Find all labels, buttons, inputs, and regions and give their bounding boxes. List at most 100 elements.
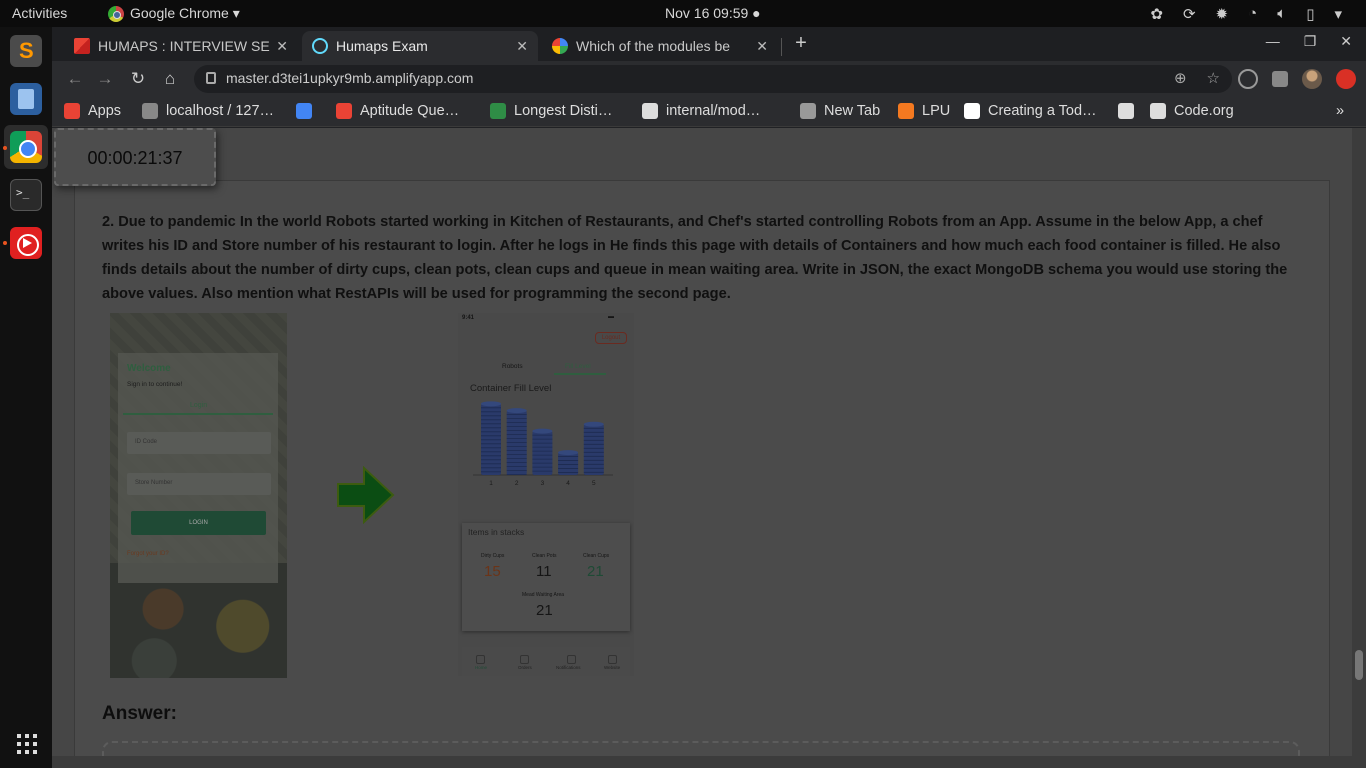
forward-arrow-icon[interactable]: →	[94, 68, 116, 90]
sync-icon: ⟳	[1182, 6, 1196, 23]
page-viewport: 2. Due to pandemic In the world Robots s…	[52, 128, 1366, 768]
minimize-icon[interactable]: —	[1266, 33, 1280, 50]
system-top-bar: Activities Google Chrome ▾ Nov 16 09:59 …	[0, 0, 1366, 27]
bookmark-icon	[64, 103, 80, 119]
bookmark-icon	[490, 103, 506, 119]
nav-orders: Orders	[518, 665, 532, 670]
bookmark-icon	[642, 103, 658, 119]
gmail-icon	[74, 38, 90, 54]
more-bookmarks-icon[interactable]: »	[1336, 103, 1344, 119]
browser-window: HUMAPS : INTERVIEW SE ✕ Humaps Exam ✕ Wh…	[52, 27, 1366, 768]
reload-icon[interactable]: ↻	[127, 68, 149, 90]
extension-icon[interactable]	[1238, 69, 1258, 89]
bookmark-item[interactable]: Aptitude Que…	[336, 103, 459, 119]
x-tick-label: 4	[566, 480, 570, 487]
logout-button: Logout	[595, 332, 627, 344]
settings-icon: ✹	[1215, 6, 1229, 23]
running-indicator	[3, 241, 7, 245]
activities-button[interactable]: Activities	[12, 5, 67, 21]
address-bar[interactable]: master.d3tei1upkyr9mb.amplifyapp.com ⊕ ☆	[194, 65, 1232, 93]
avatar[interactable]	[1302, 69, 1322, 89]
bookmark-icon	[1118, 103, 1134, 119]
bookmark-item[interactable]: New Tab	[800, 103, 880, 119]
nav-home: Home	[475, 665, 488, 670]
maximize-icon[interactable]: ❐	[1304, 33, 1317, 50]
stat-label-dirty-cups: Dirty Cups	[481, 553, 505, 559]
update-icon[interactable]	[1336, 69, 1356, 89]
right-arrow-icon	[337, 466, 395, 525]
browser-toolbar: ← → ↻ ⌂ master.d3tei1upkyr9mb.amplifyapp…	[52, 61, 1366, 97]
app-menu-label: Google Chrome ▾	[130, 5, 240, 21]
close-icon[interactable]: ✕	[276, 38, 288, 55]
tab-robots: Robots	[502, 363, 523, 370]
x-tick-label: 5	[592, 480, 596, 487]
text-editor-icon[interactable]	[10, 83, 42, 115]
store-number-placeholder: Store Number	[135, 480, 173, 486]
bookmark-label: LPU	[922, 103, 951, 119]
new-tab-button[interactable]: +	[790, 33, 812, 55]
login-button: LOGIN	[131, 511, 266, 535]
bookmark-star-icon[interactable]: ☆	[1207, 69, 1220, 87]
dashboard-screen-image: 9:41 ▬ Logout Robots Fill Level Containe…	[458, 313, 634, 676]
tab-strip: HUMAPS : INTERVIEW SE ✕ Humaps Exam ✕ Wh…	[52, 27, 1366, 61]
tab-underline	[554, 373, 606, 375]
terminal-icon[interactable]	[10, 179, 42, 211]
youtube-music-icon[interactable]	[10, 227, 42, 259]
dock	[0, 27, 52, 768]
bookmark-item[interactable]: Longest Disti…	[490, 103, 612, 119]
bookmark-item[interactable]: internal/mod…	[642, 103, 760, 119]
wifi-icon: ◔	[1248, 5, 1258, 22]
bookmark-item[interactable]: localhost / 127…	[142, 103, 274, 119]
status-menu[interactable]: ✿ ⟳ ✹ ◔ 🔈︎ ▯ ▾	[1150, 5, 1342, 23]
orders-icon	[520, 655, 529, 664]
notification-icon: ✿	[1150, 6, 1163, 23]
bookmark-item[interactable]: Creating a Tod…	[964, 103, 1097, 119]
app-menu[interactable]: Google Chrome ▾	[108, 5, 240, 22]
url-text[interactable]: master.d3tei1upkyr9mb.amplifyapp.com	[226, 70, 473, 86]
close-icon[interactable]: ✕	[516, 38, 528, 55]
tab-humaps-interview[interactable]: HUMAPS : INTERVIEW SE ✕	[64, 31, 298, 61]
stat-value-dirty-cups: 15	[484, 563, 501, 580]
chrome-icon[interactable]	[10, 131, 42, 163]
bookmark-item[interactable]: LPU	[898, 103, 950, 119]
back-arrow-icon[interactable]: ←	[64, 68, 86, 90]
zoom-icon[interactable]: ⊕	[1174, 69, 1187, 87]
chrome-icon	[108, 5, 124, 22]
bookmark-item[interactable]: Apps	[64, 103, 121, 119]
close-icon[interactable]: ✕	[756, 38, 768, 55]
puzzle-icon[interactable]	[1272, 71, 1288, 87]
welcome-heading: Welcome	[127, 363, 171, 374]
bookmark-icon	[1150, 103, 1166, 119]
id-code-placeholder: ID Code	[135, 439, 158, 445]
bookmark-item[interactable]	[296, 103, 312, 119]
vertical-scrollbar[interactable]	[1352, 128, 1366, 756]
bookmark-label: Code.org	[1174, 103, 1234, 119]
tab-underline	[123, 413, 273, 415]
tab-which-modules[interactable]: Which of the modules be ✕	[542, 31, 778, 61]
bookmark-item[interactable]	[1118, 103, 1134, 119]
stat-value-waiting-area: 21	[536, 602, 553, 619]
scrollbar-thumb[interactable]	[1355, 650, 1363, 680]
x-tick-label: 3	[541, 480, 545, 487]
bookmark-icon	[296, 103, 312, 119]
lock-icon[interactable]	[206, 72, 216, 84]
running-indicator	[3, 146, 7, 150]
bar	[583, 421, 604, 475]
bookmark-item[interactable]: Code.org	[1150, 103, 1234, 119]
horizontal-scrollbar[interactable]	[52, 756, 1366, 768]
tab-fill-level: Fill Level	[565, 363, 591, 370]
home-icon[interactable]: ⌂	[159, 68, 181, 90]
tab-humaps-exam[interactable]: Humaps Exam ✕	[302, 31, 538, 61]
battery-icon: ▬	[608, 314, 614, 320]
extensions-area	[1238, 69, 1356, 89]
show-applications-icon[interactable]	[17, 734, 37, 754]
stat-label-clean-cups: Clean Cups	[583, 553, 610, 559]
bookmark-icon	[898, 103, 914, 119]
tab-separator	[781, 38, 782, 56]
bar	[481, 401, 501, 475]
close-icon[interactable]: ✕	[1340, 33, 1352, 50]
sublime-text-icon[interactable]	[10, 35, 42, 67]
clock[interactable]: Nov 16 09:59 ●	[665, 5, 761, 21]
bookmark-label: internal/mod…	[666, 103, 761, 119]
tab-title: Which of the modules be	[576, 38, 731, 54]
